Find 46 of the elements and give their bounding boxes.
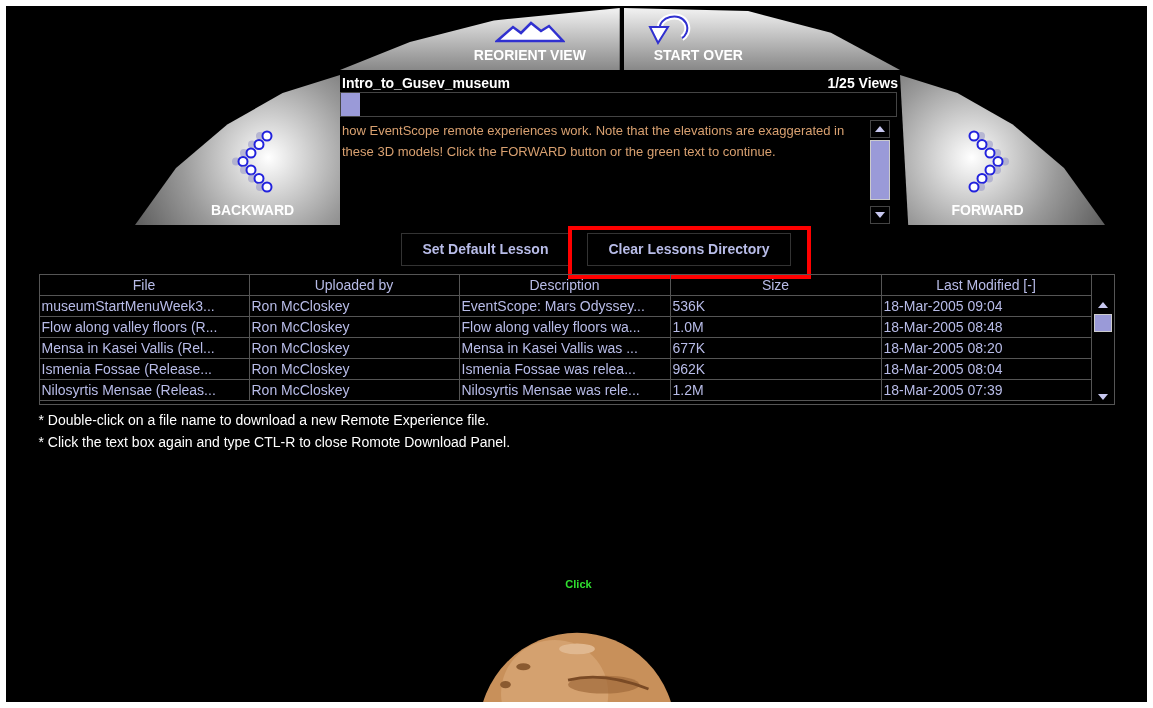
- click-label[interactable]: Click: [565, 576, 592, 593]
- table-cell: 1.0M: [670, 317, 882, 337]
- table-cell: museumStartMenuWeek3...: [39, 296, 250, 316]
- column-header[interactable]: Uploaded by: [249, 275, 460, 295]
- table-cell: Ismenia Fossae was relea...: [459, 359, 671, 379]
- table-cell: 18-Mar-2005 08:20: [881, 338, 1092, 358]
- hint-text: * Click the text box again and type CTL-R to close Romote Download Panel.: [38, 433, 512, 452]
- table-cell: Flow along valley floors (R...: [39, 317, 250, 337]
- scroll-thumb[interactable]: [1093, 314, 1112, 332]
- table-cell: Ron McCloskey: [249, 380, 460, 400]
- table-cell: Nilosyrtis Mensae (Releas...: [39, 380, 250, 400]
- scroll-down-icon: [1097, 394, 1108, 400]
- table-cell: Nilosyrtis Mensae was rele...: [459, 380, 671, 400]
- chevron-left-icon: [230, 130, 275, 194]
- table-cell: Ismenia Fossae (Release...: [39, 359, 250, 379]
- table-cell: 18-Mar-2005 08:04: [881, 359, 1092, 379]
- column-header[interactable]: Description: [459, 275, 671, 295]
- table-cell: Mensa in Kasei Vallis (Rel...: [39, 338, 250, 358]
- lesson-title: Intro_to_Gusev_museum: [342, 74, 511, 92]
- column-header[interactable]: Size: [670, 275, 882, 295]
- action-button[interactable]: Set Default Lesson: [401, 233, 570, 266]
- column-header[interactable]: Last Modified [-]: [881, 275, 1092, 295]
- table-cell: 18-Mar-2005 08:48: [881, 317, 1092, 337]
- table-cell: Ron McCloskey: [249, 317, 460, 337]
- table-cell: 18-Mar-2005 07:39: [881, 380, 1092, 400]
- action-button[interactable]: Clear Lessons Directory: [587, 233, 791, 266]
- table-cell: 18-Mar-2005 09:04: [881, 296, 1092, 316]
- table-cell: EventScope: Mars Odyssey...: [459, 296, 671, 316]
- table-cell: 536K: [670, 296, 882, 316]
- column-header[interactable]: File: [39, 275, 250, 295]
- mountain-icon: [494, 21, 565, 43]
- lesson-text: how EventScope remote experiences work. Note that the elevations are exaggerated in these 3D models! Click the FORWARD button or the green text to continue.: [341, 122, 846, 161]
- view-counter: 1/25 Views: [827, 74, 898, 92]
- table-cell: 1.2M: [670, 380, 882, 400]
- scroll-up-icon: [1097, 302, 1108, 308]
- table-cell: Ron McCloskey: [249, 359, 460, 379]
- table-cell: 677K: [670, 338, 882, 358]
- scroll-thumb[interactable]: [870, 140, 890, 200]
- table-cell: Ron McCloskey: [249, 296, 460, 316]
- table-cell: 962K: [670, 359, 882, 379]
- scroll-up-icon: [875, 126, 885, 132]
- table-cell: Ron McCloskey: [249, 338, 460, 358]
- table-cell: Flow along valley floors wa...: [459, 317, 671, 337]
- hint-text: * Double-click on a file name to download a new Remote Experience file.: [38, 411, 491, 430]
- table-cell: Mensa in Kasei Vallis was ...: [459, 338, 671, 358]
- scroll-down-icon: [875, 212, 885, 218]
